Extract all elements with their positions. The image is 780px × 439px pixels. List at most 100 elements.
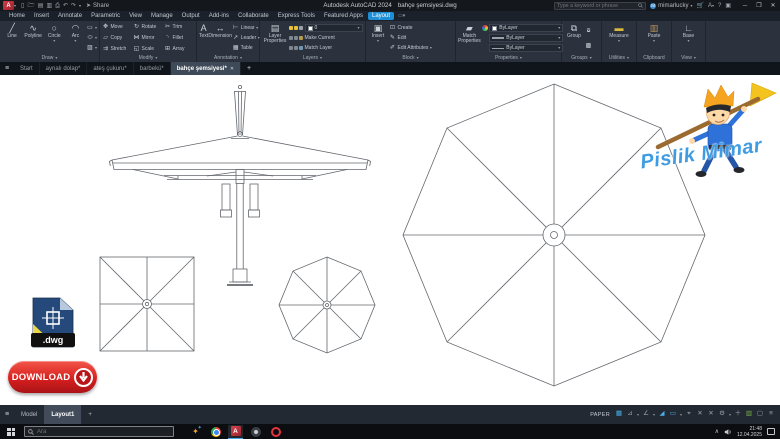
tray-expand-icon[interactable]: ∧ — [715, 428, 719, 435]
model-tab[interactable]: Model — [14, 405, 44, 424]
autocad-logo-icon[interactable]: A — [3, 1, 14, 10]
mirror-tool-button[interactable]: ⋈ Mirror — [133, 35, 164, 41]
ribbon-tab-home[interactable]: Home — [5, 12, 29, 20]
layer-dropdown[interactable]: 0 ▾ — [304, 24, 363, 32]
arc-tool-button[interactable]: ◠ Arc ▾ — [65, 22, 85, 54]
layout1-tab[interactable]: Layout1 — [44, 405, 82, 424]
utilities-panel-label[interactable]: Utilities ▾ — [602, 54, 636, 62]
new-drawing-tab-button[interactable]: + — [241, 62, 257, 75]
customize-menu-icon[interactable]: ≡ — [766, 411, 776, 418]
file-tab-start[interactable]: Start — [14, 62, 40, 75]
measure-button[interactable]: ▬ Measure ▾ — [605, 22, 633, 54]
space-indicator[interactable]: PAPER — [590, 412, 610, 418]
isodraft-icon[interactable]: ◢ — [657, 411, 667, 418]
ribbon-tab-manage[interactable]: Manage — [147, 12, 177, 20]
text-tool-button[interactable]: A Text — [199, 22, 208, 54]
3d-osnap-icon[interactable]: ⌖ — [684, 411, 694, 418]
new-layout-button[interactable]: + — [81, 405, 99, 424]
chrome-button[interactable] — [208, 425, 223, 439]
file-tab-barbeku[interactable]: barbekü* — [134, 62, 171, 75]
polyline-tool-button[interactable]: ∿ Polyline — [23, 22, 43, 54]
fillet-tool-button[interactable]: ◝ Fillet — [164, 35, 195, 41]
ribbon-tab-annotate[interactable]: Annotate — [54, 12, 86, 20]
hatch-tool-button[interactable]: ▨ ▾ — [87, 44, 97, 53]
hardware-accel-icon[interactable]: ▥ — [744, 411, 754, 418]
stretch-tool-button[interactable]: ⇉ Stretch — [102, 46, 133, 52]
ribbon-tab-express-tools[interactable]: Express Tools — [274, 12, 319, 20]
ribbon-tab-featured-apps[interactable]: Featured Apps — [320, 12, 367, 20]
block-panel-label[interactable]: Block ▾ — [366, 54, 455, 62]
settings-gear-icon[interactable]: ⚙ — [717, 411, 727, 418]
opera-button[interactable] — [268, 425, 283, 439]
snap-toggle-icon[interactable]: ⊿ — [625, 411, 635, 418]
grid-toggle-icon[interactable]: ▦ — [614, 411, 624, 418]
draw-panel-label[interactable]: Draw ▾ — [0, 54, 99, 62]
drawing-canvas[interactable]: Pislik Mimar .dwg DOWNLOAD — [0, 75, 780, 405]
download-button[interactable]: DOWNLOAD — [8, 361, 97, 393]
share-button[interactable]: ➤ Share — [86, 3, 109, 9]
ribbon-tab-output[interactable]: Output — [178, 12, 204, 20]
ribbon-tab-layout[interactable]: Layout — [368, 12, 395, 20]
circle-tool-button[interactable]: ○ Circle ▾ — [44, 22, 64, 54]
app-button[interactable] — [248, 425, 263, 439]
logo-caret-icon[interactable]: ▾ — [14, 3, 16, 8]
copy-tool-button[interactable]: ▱ Copy — [102, 35, 133, 41]
ribbon-tab-parametric[interactable]: Parametric — [87, 12, 124, 20]
modify-panel-label[interactable]: Modify ▾ — [100, 54, 196, 62]
ribbon-tab-insert[interactable]: Insert — [30, 12, 53, 20]
ribbon-tab-collaborate[interactable]: Collaborate — [234, 12, 273, 20]
close-button[interactable]: ✕ — [766, 0, 780, 11]
annotation-scale-icon[interactable]: ✕ — [706, 411, 716, 418]
match-properties-button[interactable]: ▰ Match Properties — [458, 22, 481, 54]
file-tab-bahce-semsiyesi[interactable]: bahçe şemsiyesi* ✕ — [170, 62, 242, 75]
file-tabs-menu-icon[interactable]: ≡ — [0, 62, 14, 75]
lineweight-dropdown[interactable]: ByLayer ▾ — [489, 34, 564, 42]
save-icon[interactable]: ▤ — [38, 3, 44, 9]
dimension-tool-button[interactable]: ↔ Dimension — [208, 22, 232, 54]
properties-panel-label[interactable]: Properties ▾ — [456, 54, 561, 62]
autocad-taskbar-button[interactable]: A — [228, 424, 243, 439]
layers-panel-label[interactable]: Layers ▾ — [260, 54, 365, 62]
group-edit-button[interactable]: ▩ — [585, 41, 592, 50]
close-tab-icon[interactable]: ✕ — [230, 66, 234, 72]
plot-icon[interactable]: ⎙ — [55, 3, 60, 9]
save-as-icon[interactable]: ▥ — [46, 3, 52, 9]
file-tab-aynali-dolap[interactable]: aynalı dolap* — [40, 62, 88, 75]
add-status-icon[interactable]: ＋ — [733, 411, 743, 418]
ribbon-tab-addins[interactable]: Add-ins — [205, 12, 233, 20]
edit-attributes-button[interactable]: ✐ Edit Attributes ▾ — [389, 44, 432, 53]
new-file-icon[interactable]: ▯ — [21, 3, 24, 9]
open-file-icon[interactable]: 🗁 — [27, 3, 34, 9]
help-search-box[interactable] — [554, 1, 647, 10]
start-button[interactable] — [0, 424, 22, 439]
notifications-icon[interactable]: ▣ — [725, 3, 731, 9]
annotation-panel-label[interactable]: Annotation ▾ — [197, 54, 259, 62]
group-button[interactable]: ⧉ Group — [564, 22, 584, 54]
action-center-icon[interactable] — [767, 428, 775, 435]
make-current-button[interactable]: Make Current — [289, 34, 363, 43]
annotation-visibility-icon[interactable]: ✕ — [695, 411, 705, 418]
match-layer-button[interactable]: Match Layer — [289, 44, 363, 53]
table-tool-button[interactable]: ▦ Table — [232, 44, 260, 53]
insert-block-button[interactable]: ▣ Insert ▾ — [368, 22, 388, 54]
account-menu[interactable]: M mimarlucky ▾ — [650, 2, 692, 9]
qat-caret-icon[interactable]: ▾ — [79, 3, 81, 8]
undo-icon[interactable]: ↶ — [63, 3, 68, 9]
copilot-button[interactable]: ✦ ✦ — [188, 425, 203, 439]
taskbar-search-box[interactable] — [24, 426, 174, 437]
array-tool-button[interactable]: ⊞ Array — [164, 46, 195, 52]
rotate-tool-button[interactable]: ↻ Rotate — [133, 24, 164, 30]
line-tool-button[interactable]: ╱ Line — [2, 22, 22, 54]
create-block-button[interactable]: ⊡ Create — [389, 24, 432, 33]
rectangle-tool-button[interactable]: ▭ ▾ — [87, 24, 97, 33]
clean-screen-icon[interactable]: ▢ — [755, 411, 765, 418]
ribbon-display-toggle-icon[interactable]: ▭▾ — [398, 13, 405, 19]
linear-tool-button[interactable]: ⊢ Linear ▾ — [232, 24, 260, 33]
object-snap-icon[interactable]: ▭ — [668, 411, 678, 418]
groups-panel-label[interactable]: Groups ▾ — [562, 54, 601, 62]
app-store-icon[interactable]: 🛒 — [696, 3, 703, 9]
ribbon-tab-view[interactable]: View — [125, 12, 146, 20]
file-tab-ates-cukuru[interactable]: ateş çukuru* — [87, 62, 134, 75]
taskbar-clock[interactable]: 21:48 12.04.2025 — [737, 426, 762, 438]
help-icon[interactable]: ? — [718, 3, 721, 9]
